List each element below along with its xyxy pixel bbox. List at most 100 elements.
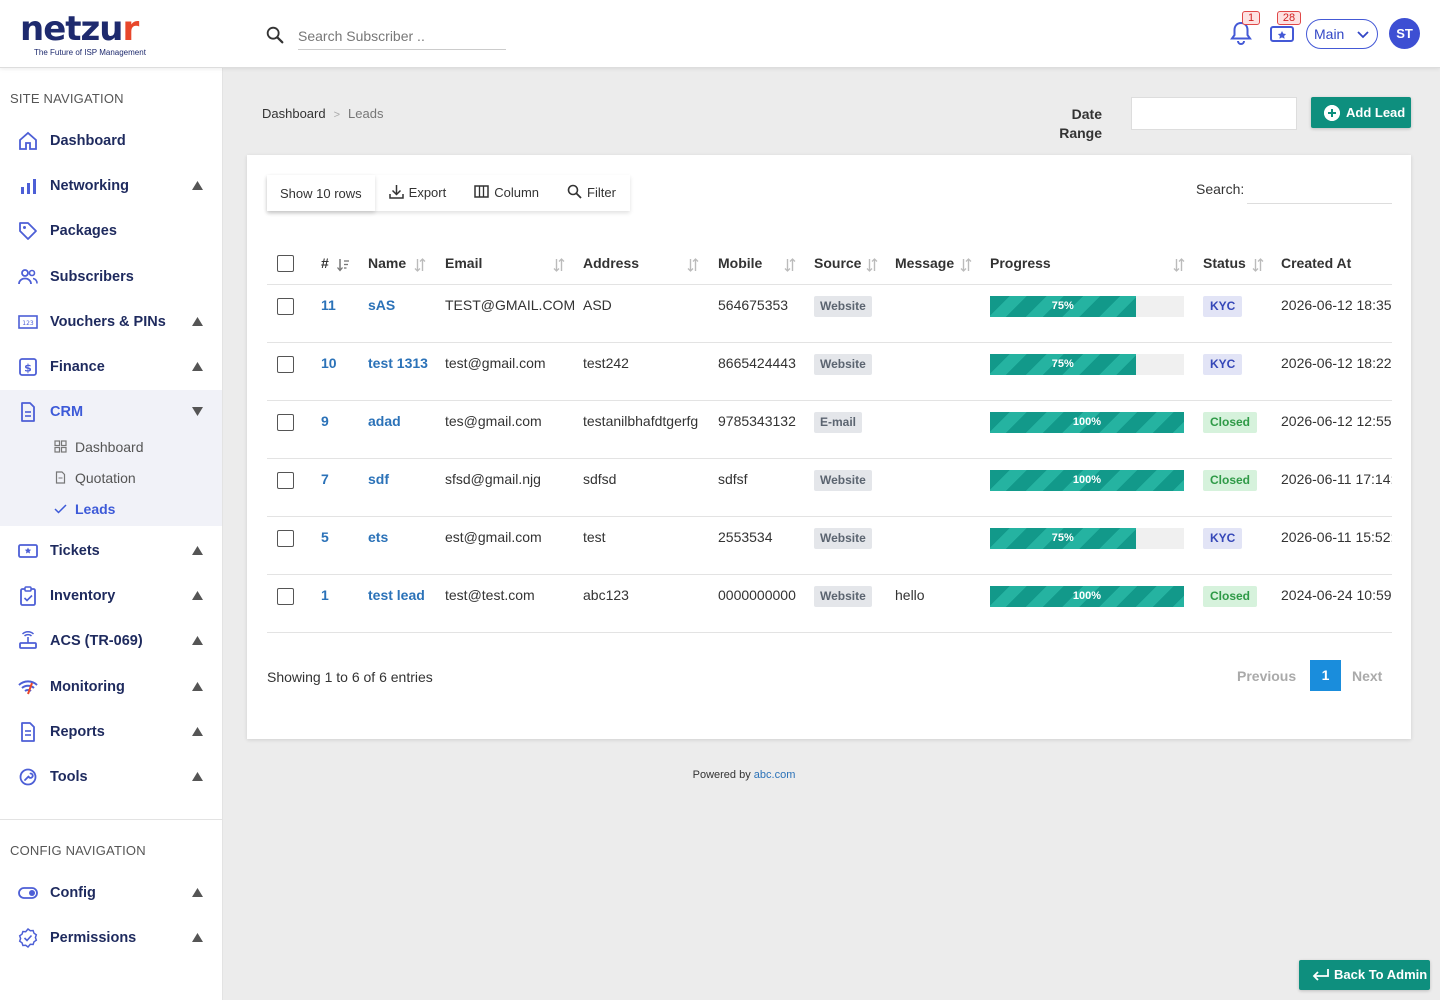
sort-icon[interactable] bbox=[1252, 258, 1264, 272]
caret-up-icon bbox=[192, 888, 203, 897]
progress-bar: 100% bbox=[990, 586, 1184, 607]
sort-icon[interactable] bbox=[784, 258, 796, 272]
status-badge: Closed bbox=[1203, 412, 1258, 433]
column-header-mobile[interactable]: Mobile bbox=[718, 255, 762, 271]
sidebar-item-permissions[interactable]: Permissions bbox=[0, 918, 222, 958]
lead-mobile: 2553534 bbox=[718, 529, 773, 545]
row-checkbox[interactable] bbox=[277, 414, 294, 431]
lead-email: tes@gmail.com bbox=[445, 413, 542, 429]
date-range-label: Date Range bbox=[1059, 106, 1102, 141]
lead-id[interactable]: 1 bbox=[321, 587, 329, 603]
sidebar-item-reports[interactable]: Reports bbox=[0, 712, 222, 752]
status-badge: Closed bbox=[1203, 586, 1258, 607]
column-header-id[interactable]: # bbox=[321, 255, 329, 271]
pagination-next[interactable]: Next bbox=[1352, 668, 1382, 684]
report-icon bbox=[21, 722, 35, 742]
sidebar-item-packages[interactable]: Packages bbox=[0, 211, 222, 251]
sort-icon[interactable] bbox=[866, 258, 878, 272]
chevron-down-icon bbox=[1357, 31, 1369, 39]
column-button[interactable]: Column bbox=[460, 175, 553, 211]
sidebar-item-inventory[interactable]: Inventory bbox=[0, 576, 222, 616]
sidebar-item-label: Tickets bbox=[50, 543, 100, 559]
back-to-admin-button[interactable]: Back To Admin bbox=[1299, 960, 1430, 990]
sidebar-item-subscribers[interactable]: Subscribers bbox=[0, 257, 222, 297]
caret-up-icon bbox=[192, 682, 203, 691]
breadcrumb-dashboard[interactable]: Dashboard bbox=[262, 106, 326, 121]
lead-name-link[interactable]: adad bbox=[368, 413, 401, 429]
lead-name-link[interactable]: test lead bbox=[368, 587, 425, 603]
leads-card: Show 10 rows Export Column Filter Search… bbox=[247, 155, 1411, 739]
columns-icon bbox=[474, 185, 489, 198]
lead-id[interactable]: 10 bbox=[321, 355, 337, 371]
sidebar-item-vouchers[interactable]: 123 Vouchers & PINs bbox=[0, 302, 222, 342]
row-checkbox[interactable] bbox=[277, 530, 294, 547]
table-toolbar: Show 10 rows Export Column Filter bbox=[267, 175, 630, 211]
sidebar-item-tickets[interactable]: Tickets bbox=[0, 531, 222, 571]
row-checkbox[interactable] bbox=[277, 356, 294, 373]
lead-id[interactable]: 7 bbox=[321, 471, 329, 487]
sidebar-item-finance[interactable]: $ Finance bbox=[0, 347, 222, 387]
row-checkbox[interactable] bbox=[277, 472, 294, 489]
export-button[interactable]: Export bbox=[375, 175, 461, 211]
row-checkbox[interactable] bbox=[277, 588, 294, 605]
lead-id[interactable]: 9 bbox=[321, 413, 329, 429]
date-range-input[interactable] bbox=[1131, 97, 1297, 130]
lead-id[interactable]: 5 bbox=[321, 529, 329, 545]
row-checkbox[interactable] bbox=[277, 298, 294, 315]
table-search-label: Search: bbox=[1196, 181, 1245, 197]
sidebar-item-acs[interactable]: ACS (TR-069) bbox=[0, 621, 222, 661]
column-header-created-at[interactable]: Created At bbox=[1281, 255, 1351, 271]
column-label: Column bbox=[494, 185, 540, 200]
progress-bar: 75% bbox=[990, 296, 1184, 317]
pagination-page-1[interactable]: 1 bbox=[1310, 660, 1341, 691]
filter-button[interactable]: Filter bbox=[553, 175, 630, 211]
lead-name-link[interactable]: sdf bbox=[368, 471, 389, 487]
workspace-select[interactable]: Main bbox=[1306, 19, 1378, 49]
lead-name-link[interactable]: sAS bbox=[368, 297, 395, 313]
netzur-logo[interactable]: netzur The Future of ISP Management bbox=[20, 12, 170, 58]
status-badge: KYC bbox=[1203, 528, 1243, 549]
column-header-status[interactable]: Status bbox=[1203, 255, 1246, 271]
lead-id[interactable]: 11 bbox=[321, 297, 336, 313]
search-subscriber-input[interactable] bbox=[298, 22, 506, 50]
crm-sub-dashboard[interactable]: Dashboard bbox=[54, 436, 214, 458]
sort-icon[interactable] bbox=[414, 258, 426, 272]
table-row: 7 sdf sfsd@gmail.njg sdfsd sdfsf Website 100% C… bbox=[267, 459, 1392, 517]
column-header-email[interactable]: Email bbox=[445, 255, 482, 271]
sort-icon[interactable] bbox=[553, 258, 565, 272]
sort-desc-icon[interactable] bbox=[337, 258, 349, 272]
lead-email: sfsd@gmail.njg bbox=[445, 471, 541, 487]
select-all-checkbox[interactable] bbox=[277, 255, 294, 272]
column-header-source[interactable]: Source bbox=[814, 255, 861, 271]
sort-icon[interactable] bbox=[687, 258, 699, 272]
column-header-progress[interactable]: Progress bbox=[990, 255, 1051, 271]
sort-icon[interactable] bbox=[1173, 258, 1185, 272]
table-search-input[interactable] bbox=[1247, 175, 1392, 204]
lead-name-link[interactable]: test 1313 bbox=[368, 355, 428, 371]
sidebar-item-networking[interactable]: Networking bbox=[0, 166, 222, 206]
sort-icon[interactable] bbox=[960, 258, 972, 272]
column-header-message[interactable]: Message bbox=[895, 255, 954, 271]
footer-link[interactable]: abc.com bbox=[754, 769, 796, 781]
add-lead-label: Add Lead bbox=[1346, 105, 1406, 120]
caret-up-icon bbox=[192, 362, 203, 371]
crm-sub-quotation[interactable]: Quotation bbox=[54, 467, 214, 489]
search-icon[interactable] bbox=[264, 24, 286, 46]
show-rows-button[interactable]: Show 10 rows bbox=[267, 175, 375, 211]
notification-count-badge: 1 bbox=[1242, 11, 1260, 25]
svg-text:$: $ bbox=[24, 362, 32, 375]
column-header-name[interactable]: Name bbox=[368, 255, 406, 271]
sidebar-item-monitoring[interactable]: Monitoring bbox=[0, 667, 222, 707]
sidebar-item-crm[interactable]: CRM bbox=[0, 392, 222, 432]
source-badge: E-mail bbox=[814, 412, 863, 433]
sidebar-item-dashboard[interactable]: Dashboard bbox=[0, 121, 222, 161]
pagination-previous[interactable]: Previous bbox=[1237, 668, 1296, 684]
lead-name-link[interactable]: ets bbox=[368, 529, 388, 545]
sidebar-item-config[interactable]: Config bbox=[0, 873, 222, 913]
column-header-address[interactable]: Address bbox=[583, 255, 639, 271]
progress-bar: 75% bbox=[990, 528, 1184, 549]
lead-mobile: 8665424443 bbox=[718, 355, 796, 371]
add-lead-button[interactable]: Add Lead bbox=[1311, 97, 1411, 128]
user-avatar[interactable]: ST bbox=[1389, 18, 1420, 49]
crm-sub-leads[interactable]: Leads bbox=[54, 498, 214, 520]
